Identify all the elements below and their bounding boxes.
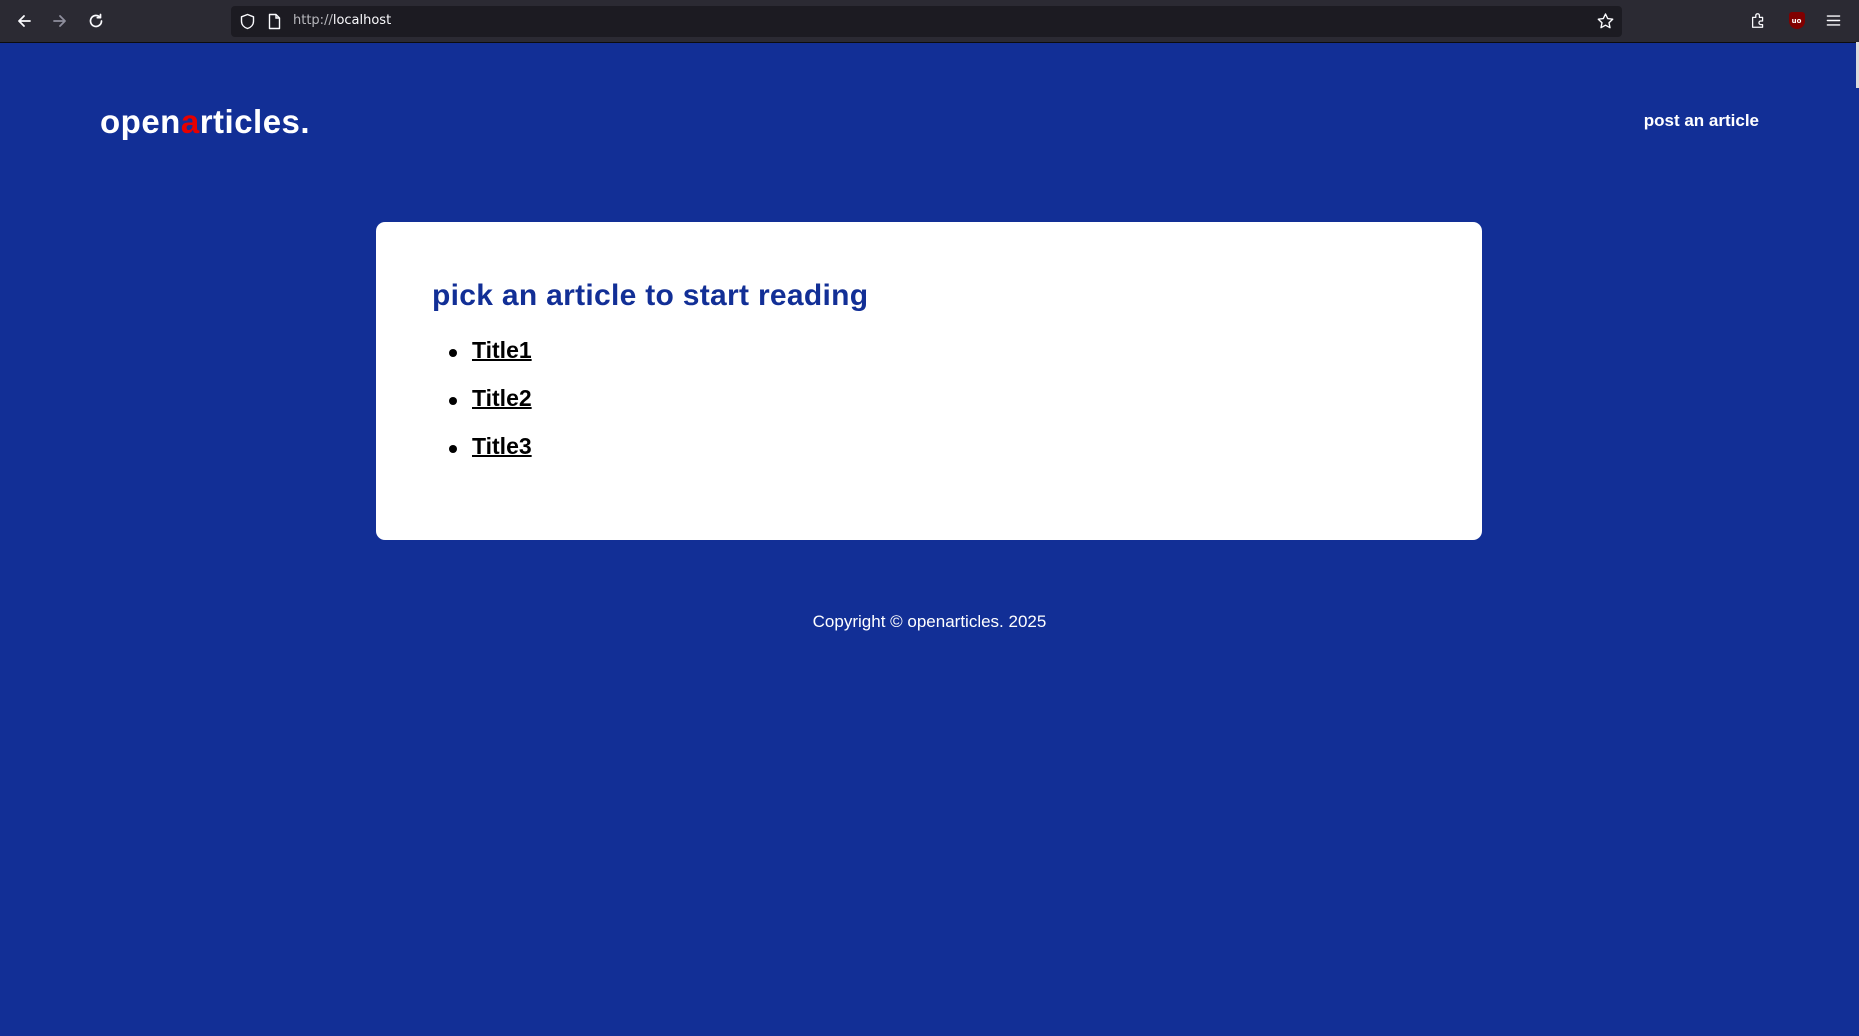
hamburger-menu-icon bbox=[1826, 15, 1841, 26]
logo-text-rticles: rticles. bbox=[199, 103, 311, 140]
footer-copyright: Copyright © openarticles. 2025 bbox=[812, 612, 1047, 631]
reload-button[interactable] bbox=[81, 6, 111, 36]
browser-toolbar: http://localhost uo bbox=[0, 0, 1859, 43]
shield-icon[interactable] bbox=[239, 13, 256, 30]
page-icon[interactable] bbox=[267, 13, 282, 30]
ublock-extension-button[interactable]: uo bbox=[1786, 10, 1807, 31]
url-scheme: http:// bbox=[293, 13, 333, 28]
puzzle-icon bbox=[1751, 13, 1764, 28]
arrow-left-icon bbox=[18, 15, 31, 27]
post-article-link[interactable]: post an article bbox=[1644, 111, 1759, 131]
site-logo[interactable]: openarticles. bbox=[100, 102, 310, 142]
list-item: Title3 bbox=[432, 433, 532, 481]
reload-icon bbox=[89, 13, 103, 28]
back-button[interactable] bbox=[9, 6, 39, 36]
extensions-button[interactable] bbox=[1748, 10, 1769, 31]
address-bar[interactable]: http://localhost bbox=[231, 6, 1622, 37]
ublock-icon: uo bbox=[1788, 12, 1805, 29]
article-link-1[interactable]: Title1 bbox=[472, 337, 532, 363]
article-link-2[interactable]: Title2 bbox=[472, 385, 532, 411]
arrow-right-icon bbox=[53, 15, 66, 27]
list-item: Title2 bbox=[432, 385, 532, 433]
url-host: localhost bbox=[332, 13, 392, 28]
list-item: Title1 bbox=[432, 337, 532, 385]
article-link-3[interactable]: Title3 bbox=[472, 433, 532, 459]
article-list: Title1 Title2 Title3 bbox=[432, 337, 532, 481]
articles-card: pick an article to start reading Title1 … bbox=[376, 222, 1482, 540]
forward-button[interactable] bbox=[45, 6, 75, 36]
url-text[interactable]: http://localhost bbox=[293, 13, 391, 28]
page-heading: pick an article to start reading bbox=[432, 279, 869, 312]
logo-accent-letter: a bbox=[180, 103, 200, 140]
bookmark-star-icon[interactable] bbox=[1596, 12, 1615, 31]
logo-text-open: open bbox=[100, 103, 181, 140]
menu-button[interactable] bbox=[1823, 10, 1844, 31]
